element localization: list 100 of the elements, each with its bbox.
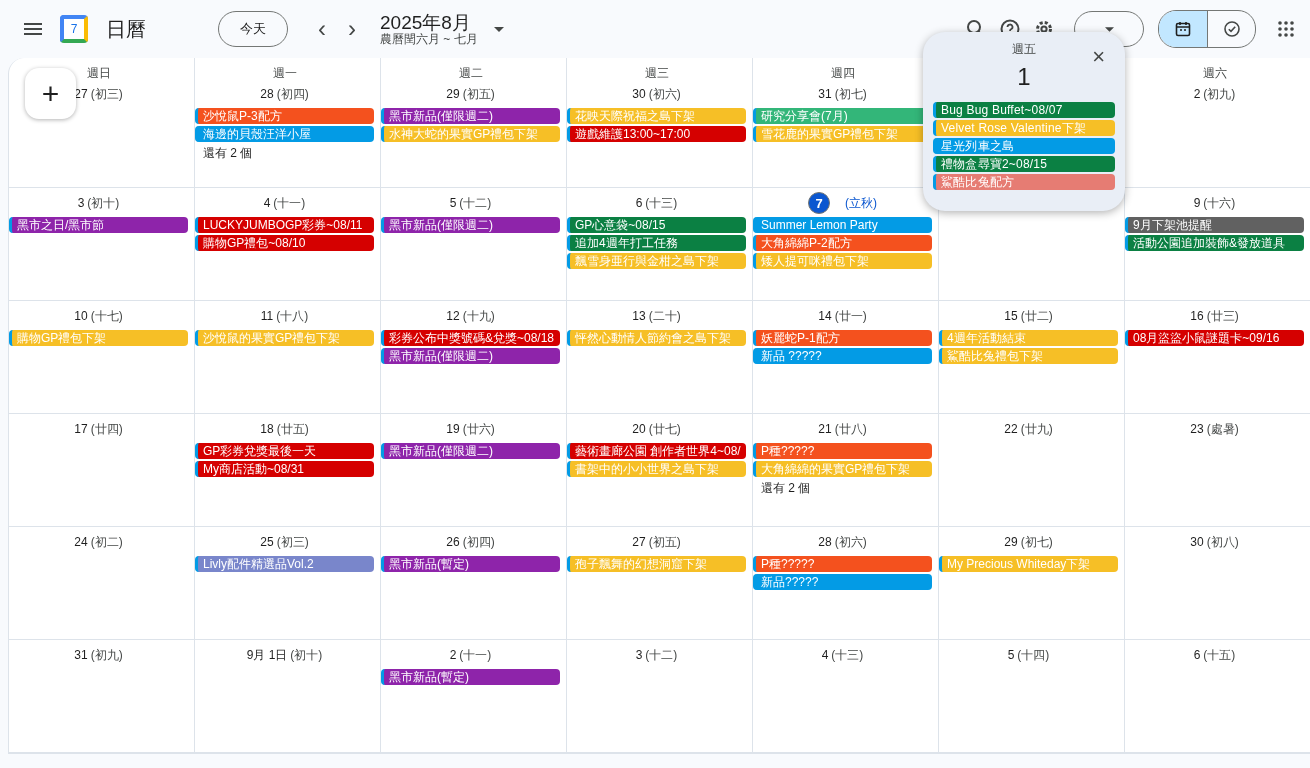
day-cell[interactable]: 5 (十四) (939, 640, 1125, 753)
day-number[interactable]: 30 (632, 87, 646, 101)
day-cell[interactable]: 15 (廿二) 4週年活動結束 鯊酷比兔禮包下架 (939, 301, 1125, 414)
day-cell[interactable]: 週三 30 (初六) 花映天際祝福之島下架 遊戲維護13:00~17:00 (567, 58, 753, 188)
day-number[interactable]: 9月 1日 (246, 646, 288, 664)
day-cell[interactable]: 週一 28 (初四) 沙悅鼠P-3配方 海邊的貝殼汪洋小屋 還有 2 個 (195, 58, 381, 188)
event-chip[interactable]: My商店活動~08/31 (195, 461, 374, 477)
day-cell[interactable]: 16 (廿三) 08月盜盜小鼠謎題卡~09/16 (1125, 301, 1310, 414)
close-button[interactable]: × (1092, 46, 1105, 68)
day-cell[interactable]: 27 (初五) 孢子飄舞的幻想洞窟下架 (567, 527, 753, 640)
event-chip[interactable]: 活動公園追加裝飾&發放道具 (1125, 235, 1304, 251)
day-number[interactable]: 2 (449, 648, 457, 662)
day-cell[interactable]: 18 (廿五) GP彩券兌獎最後一天 My商店活動~08/31 (195, 414, 381, 527)
day-number[interactable]: 5 (1007, 648, 1015, 662)
day-number[interactable]: 5 (449, 196, 457, 210)
day-cell[interactable]: 4 (十三) (753, 640, 939, 753)
day-number[interactable]: 4 (263, 196, 271, 210)
day-number[interactable]: 4 (821, 648, 829, 662)
caret-icon[interactable] (493, 26, 504, 32)
day-cell[interactable]: 22 (廿九) (939, 414, 1125, 527)
day-cell[interactable]: 25 (初三) Livly配件精選品Vol.2 (195, 527, 381, 640)
event-chip[interactable]: 遊戲維護13:00~17:00 (567, 126, 746, 142)
day-number[interactable]: 19 (446, 422, 460, 436)
day-number[interactable]: 20 (632, 422, 646, 436)
day-number[interactable]: 16 (1190, 309, 1204, 323)
day-cell[interactable]: 26 (初四) 黑市新品(暫定) (381, 527, 567, 640)
event-chip[interactable]: 購物GP禮包~08/10 (195, 235, 374, 251)
day-number[interactable]: 26 (446, 535, 460, 549)
day-cell[interactable]: 29 (初七) My Precious Whiteday下架 (939, 527, 1125, 640)
day-cell[interactable]: 11 (十八) 沙悅鼠的果實GP禮包下架 (195, 301, 381, 414)
calendar-view-toggle[interactable] (1159, 11, 1207, 47)
event-chip[interactable]: 禮物盒尋寶2~08/15 (933, 156, 1115, 172)
day-number[interactable]: 15 (1004, 309, 1018, 323)
day-cell[interactable]: 20 (廿七) 藝術畫廊公園 創作者世界4~08/ 書架中的小小世界之島下架 (567, 414, 753, 527)
event-chip[interactable]: GP彩券兌獎最後一天 (195, 443, 374, 459)
day-cell[interactable]: 7 (立秋) Summer Lemon Party 大角綿綿P-2配方 矮人提可咪禮包下架 (753, 188, 939, 301)
day-number[interactable]: 7 (808, 192, 830, 214)
day-number[interactable]: 29 (446, 87, 460, 101)
event-chip[interactable]: 黑市新品(僅限週二) (381, 217, 560, 233)
day-number[interactable]: 17 (74, 422, 88, 436)
event-chip[interactable]: 黑市新品(暫定) (381, 669, 560, 685)
create-button[interactable]: + (25, 68, 76, 119)
day-number[interactable]: 22 (1004, 422, 1018, 436)
event-chip[interactable]: 08月盜盜小鼠謎題卡~09/16 (1125, 330, 1304, 346)
day-number[interactable]: 27 (632, 535, 646, 549)
day-number[interactable]: 2 (1193, 87, 1201, 101)
day-number[interactable]: 31 (818, 87, 832, 101)
event-chip[interactable]: 9月下架池提醒 (1125, 217, 1304, 233)
apps-grid-icon[interactable] (1278, 21, 1294, 37)
day-number[interactable]: 18 (260, 422, 274, 436)
day-number[interactable]: 10 (74, 309, 88, 323)
day-cell[interactable]: 9月 1日 (初十) (195, 640, 381, 753)
day-cell[interactable]: 24 (初二) (9, 527, 195, 640)
day-cell[interactable]: 31 (初九) (9, 640, 195, 753)
more-events-link[interactable]: 還有 2 個 (753, 479, 932, 497)
previous-button[interactable]: ‹ (314, 17, 330, 41)
day-number[interactable]: 23 (1190, 422, 1204, 436)
day-cell[interactable]: 週二 29 (初五) 黑市新品(僅限週二) 水神大蛇的果實GP禮包下架 (381, 58, 567, 188)
event-chip[interactable]: 藝術畫廊公園 創作者世界4~08/ (567, 443, 746, 459)
day-cell[interactable]: 週六 2 (初九) (1125, 58, 1310, 188)
event-chip[interactable]: 黑市之日/黑市節 (9, 217, 188, 233)
event-chip[interactable]: 黑市新品(僅限週二) (381, 443, 560, 459)
day-cell[interactable]: 4 (十一) LUCKYJUMBOGP彩券~08/11 購物GP禮包~08/10 (195, 188, 381, 301)
event-chip[interactable]: Bug Bug Buffet~08/07 (933, 102, 1115, 118)
day-number[interactable]: 28 (818, 535, 832, 549)
day-cell[interactable]: 6 (十三) GP心意袋~08/15 追加4週年打工任務 飄雪身亜行與金柑之島下架 (567, 188, 753, 301)
day-number[interactable]: 3 (77, 196, 85, 210)
day-number[interactable]: 11 (260, 309, 274, 323)
day-cell[interactable]: 19 (廿六) 黑市新品(僅限週二) (381, 414, 567, 527)
day-number[interactable]: 12 (446, 309, 460, 323)
menu-icon[interactable] (24, 23, 42, 35)
day-cell[interactable]: 12 (十九) 彩券公布中獎號碼&兌獎~08/18 黑市新品(僅限週二) (381, 301, 567, 414)
day-cell[interactable]: 10 (十七) 購物GP禮包下架 (9, 301, 195, 414)
next-button[interactable]: › (344, 17, 360, 41)
day-cell[interactable]: 6 (十五) (1125, 640, 1310, 753)
event-chip[interactable]: 黑市新品(僅限週二) (381, 348, 560, 364)
more-events-link[interactable]: 還有 2 個 (195, 144, 374, 162)
day-cell[interactable]: 17 (廿四) (9, 414, 195, 527)
day-number[interactable]: 30 (1190, 535, 1204, 549)
day-cell[interactable]: 9 (十六) 9月下架池提醒 活動公園追加裝飾&發放道具 (1125, 188, 1310, 301)
day-cell[interactable]: 21 (廿八) P種????? 大角綿綿的果實GP禮包下架 還有 2 個 (753, 414, 939, 527)
day-cell[interactable]: 2 (十一) 黑市新品(暫定) (381, 640, 567, 753)
event-chip[interactable]: 黑市新品(僅限週二) (381, 108, 560, 124)
day-cell[interactable]: 23 (處暑) (1125, 414, 1310, 527)
day-cell[interactable]: 13 (二十) 怦然心動情人節約會之島下架 (567, 301, 753, 414)
event-chip[interactable]: LUCKYJUMBOGP彩券~08/11 (195, 217, 374, 233)
day-number[interactable]: 6 (635, 196, 643, 210)
day-number[interactable]: 29 (1004, 535, 1018, 549)
day-number[interactable]: 13 (632, 309, 646, 323)
day-number[interactable]: 25 (260, 535, 274, 549)
day-cell[interactable]: 3 (十二) (567, 640, 753, 753)
day-cell[interactable]: 14 (廿一) 妖麗蛇P-1配方 新品 ????? (753, 301, 939, 414)
day-number[interactable]: 9 (1193, 196, 1201, 210)
event-chip[interactable]: GP心意袋~08/15 (567, 217, 746, 233)
day-cell[interactable]: 3 (初十) 黑市之日/黑市節 (9, 188, 195, 301)
day-cell[interactable]: 30 (初八) (1125, 527, 1310, 640)
day-cell[interactable]: 5 (十二) 黑市新品(僅限週二) (381, 188, 567, 301)
day-cell[interactable]: 28 (初六) P種????? 新品????? (753, 527, 939, 640)
day-number[interactable]: 28 (260, 87, 274, 101)
day-number[interactable]: 31 (74, 648, 88, 662)
